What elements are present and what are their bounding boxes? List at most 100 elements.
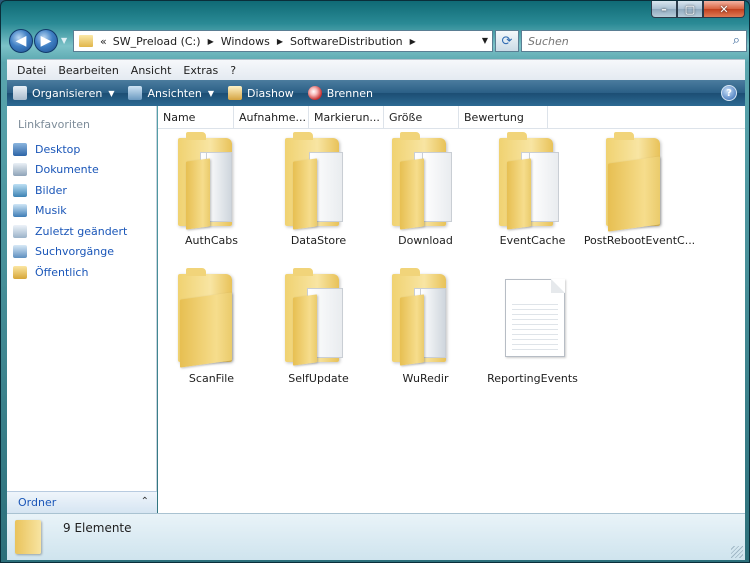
item-label: PostRebootEventC... [583, 234, 696, 247]
maximize-button[interactable]: ▢ [677, 1, 703, 18]
caption-buttons: – ▢ ✕ [651, 1, 745, 18]
navigation-pane: Linkfavoriten Desktop Dokumente Bilder M… [7, 106, 157, 513]
organize-label: Organisieren [32, 86, 103, 100]
views-label: Ansichten [147, 86, 202, 100]
folder-item[interactable]: Download [372, 132, 479, 254]
nav-link-recent[interactable]: Zuletzt geändert [7, 221, 156, 242]
resize-grip-icon[interactable] [731, 546, 743, 558]
slideshow-button[interactable]: Diashow [228, 86, 294, 100]
menu-bearbeiten[interactable]: Bearbeiten [52, 64, 124, 77]
folder-item[interactable]: PostRebootEventC... [584, 132, 695, 254]
folder-item[interactable]: EventCache [479, 132, 586, 254]
organize-button[interactable]: Organisieren ▼ [13, 86, 114, 100]
burn-disc-icon [307, 86, 322, 100]
nav-link-public[interactable]: Öffentlich [7, 262, 156, 283]
burn-button[interactable]: Brennen [307, 86, 373, 100]
search-box: ⌕ [521, 30, 747, 52]
column-header-date-taken[interactable]: Aufnahme... [234, 106, 309, 128]
menu-help[interactable]: ? [224, 64, 242, 77]
item-label: DataStore [290, 234, 347, 247]
text-file-icon [505, 279, 565, 357]
item-label: Download [398, 234, 453, 247]
searches-icon [13, 245, 27, 259]
folder-icon [392, 132, 458, 230]
minimize-button[interactable]: – [651, 1, 677, 18]
search-icon[interactable]: ⌕ [733, 33, 740, 48]
address-bar[interactable]: « SW_Preload (C:) ▶ Windows ▶ SoftwareDi… [73, 30, 493, 52]
nav-link-documents[interactable]: Dokumente [7, 160, 156, 181]
recent-changes-icon [13, 224, 27, 238]
breadcrumb-softwaredistribution[interactable]: SoftwareDistribution [287, 35, 406, 48]
folder-icon [606, 132, 672, 232]
nav-link-desktop[interactable]: Desktop [7, 139, 156, 160]
address-dropdown-icon[interactable]: ▼ [482, 36, 488, 45]
documents-icon [13, 163, 27, 177]
recent-pages-dropdown[interactable]: ▼ [61, 36, 70, 46]
close-button[interactable]: ✕ [703, 1, 745, 18]
nav-link-label: Zuletzt geändert [35, 224, 128, 238]
file-item[interactable]: ReportingEvents [479, 274, 586, 394]
folder-item[interactable]: SelfUpdate [265, 268, 372, 394]
folder-item[interactable]: ScanFile [158, 268, 265, 394]
folder-icon [79, 35, 93, 47]
folder-item[interactable]: DataStore [265, 132, 372, 254]
nav-link-music[interactable]: Musik [7, 201, 156, 222]
menu-extras[interactable]: Extras [177, 64, 224, 77]
column-header-name[interactable]: Name [158, 106, 234, 128]
nav-link-searches[interactable]: Suchvorgänge [7, 242, 156, 263]
breadcrumb-drive[interactable]: SW_Preload (C:) [110, 35, 204, 48]
nav-link-label: Musik [35, 204, 67, 218]
help-button[interactable]: ? [721, 85, 737, 101]
nav-link-label: Öffentlich [35, 265, 89, 279]
nav-link-pictures[interactable]: Bilder [7, 180, 156, 201]
folder-item[interactable]: WuRedir [372, 268, 479, 394]
chevron-right-icon[interactable]: ▶ [406, 37, 420, 46]
views-button[interactable]: Ansichten ▼ [128, 86, 214, 100]
slideshow-label: Diashow [247, 86, 294, 100]
address-row: ◀ ▶ ▼ « SW_Preload (C:) ▶ Windows ▶ Soft… [7, 27, 747, 55]
slideshow-icon [228, 86, 242, 100]
item-label: AuthCabs [185, 234, 238, 247]
search-input[interactable] [522, 31, 712, 51]
nav-link-label: Dokumente [35, 163, 99, 177]
item-label: ReportingEvents [487, 372, 578, 385]
folder-item[interactable]: AuthCabs [158, 132, 265, 254]
pictures-icon [13, 183, 27, 197]
refresh-button[interactable]: ⟳ [495, 30, 519, 52]
explorer-window: – ▢ ✕ ◀ ▶ ▼ « SW_Preload (C:) ▶ Windows … [0, 0, 750, 563]
nav-link-label: Bilder [35, 183, 67, 197]
folder-icon [178, 132, 244, 230]
views-icon [128, 86, 143, 100]
column-header-tags[interactable]: Markierun... [309, 106, 384, 128]
breadcrumb-windows[interactable]: Windows [218, 35, 273, 48]
chevron-right-icon[interactable]: ▶ [204, 37, 218, 46]
chevron-up-icon: ⌃ [140, 496, 149, 507]
menu-ansicht[interactable]: Ansicht [125, 64, 178, 77]
desktop-icon [13, 142, 27, 156]
details-pane: 9 Elemente [7, 513, 745, 560]
folders-toggle[interactable]: Ordner ⌃ [7, 491, 157, 513]
back-button[interactable]: ◀ [9, 29, 33, 53]
folder-icon [499, 132, 565, 230]
menu-datei[interactable]: Datei [11, 64, 52, 77]
folder-icon [15, 520, 41, 554]
organize-icon [13, 86, 27, 100]
menu-bar: Datei Bearbeiten Ansicht Extras ? [7, 59, 745, 80]
nav-link-label: Desktop [35, 142, 81, 156]
column-header-rating[interactable]: Bewertung [459, 106, 548, 128]
favorite-links-list: Desktop Dokumente Bilder Musik Zuletzt g… [7, 139, 156, 283]
item-label: EventCache [499, 234, 566, 247]
chevron-down-icon: ▼ [108, 88, 115, 98]
breadcrumb-overflow[interactable]: « [97, 35, 110, 48]
chevron-right-icon[interactable]: ▶ [273, 37, 287, 46]
chevron-down-icon: ▼ [207, 88, 214, 98]
column-header-size[interactable]: Größe [384, 106, 459, 128]
folder-icon [178, 268, 244, 368]
item-label: ScanFile [188, 372, 235, 385]
folder-icon [392, 268, 458, 366]
column-headers: Name Aufnahme... Markierun... Größe Bewe… [158, 106, 745, 129]
forward-button[interactable]: ▶ [34, 29, 58, 53]
favorite-links-header: Linkfavoriten [18, 118, 91, 131]
music-icon [13, 204, 27, 218]
nav-link-label: Suchvorgänge [35, 245, 114, 259]
